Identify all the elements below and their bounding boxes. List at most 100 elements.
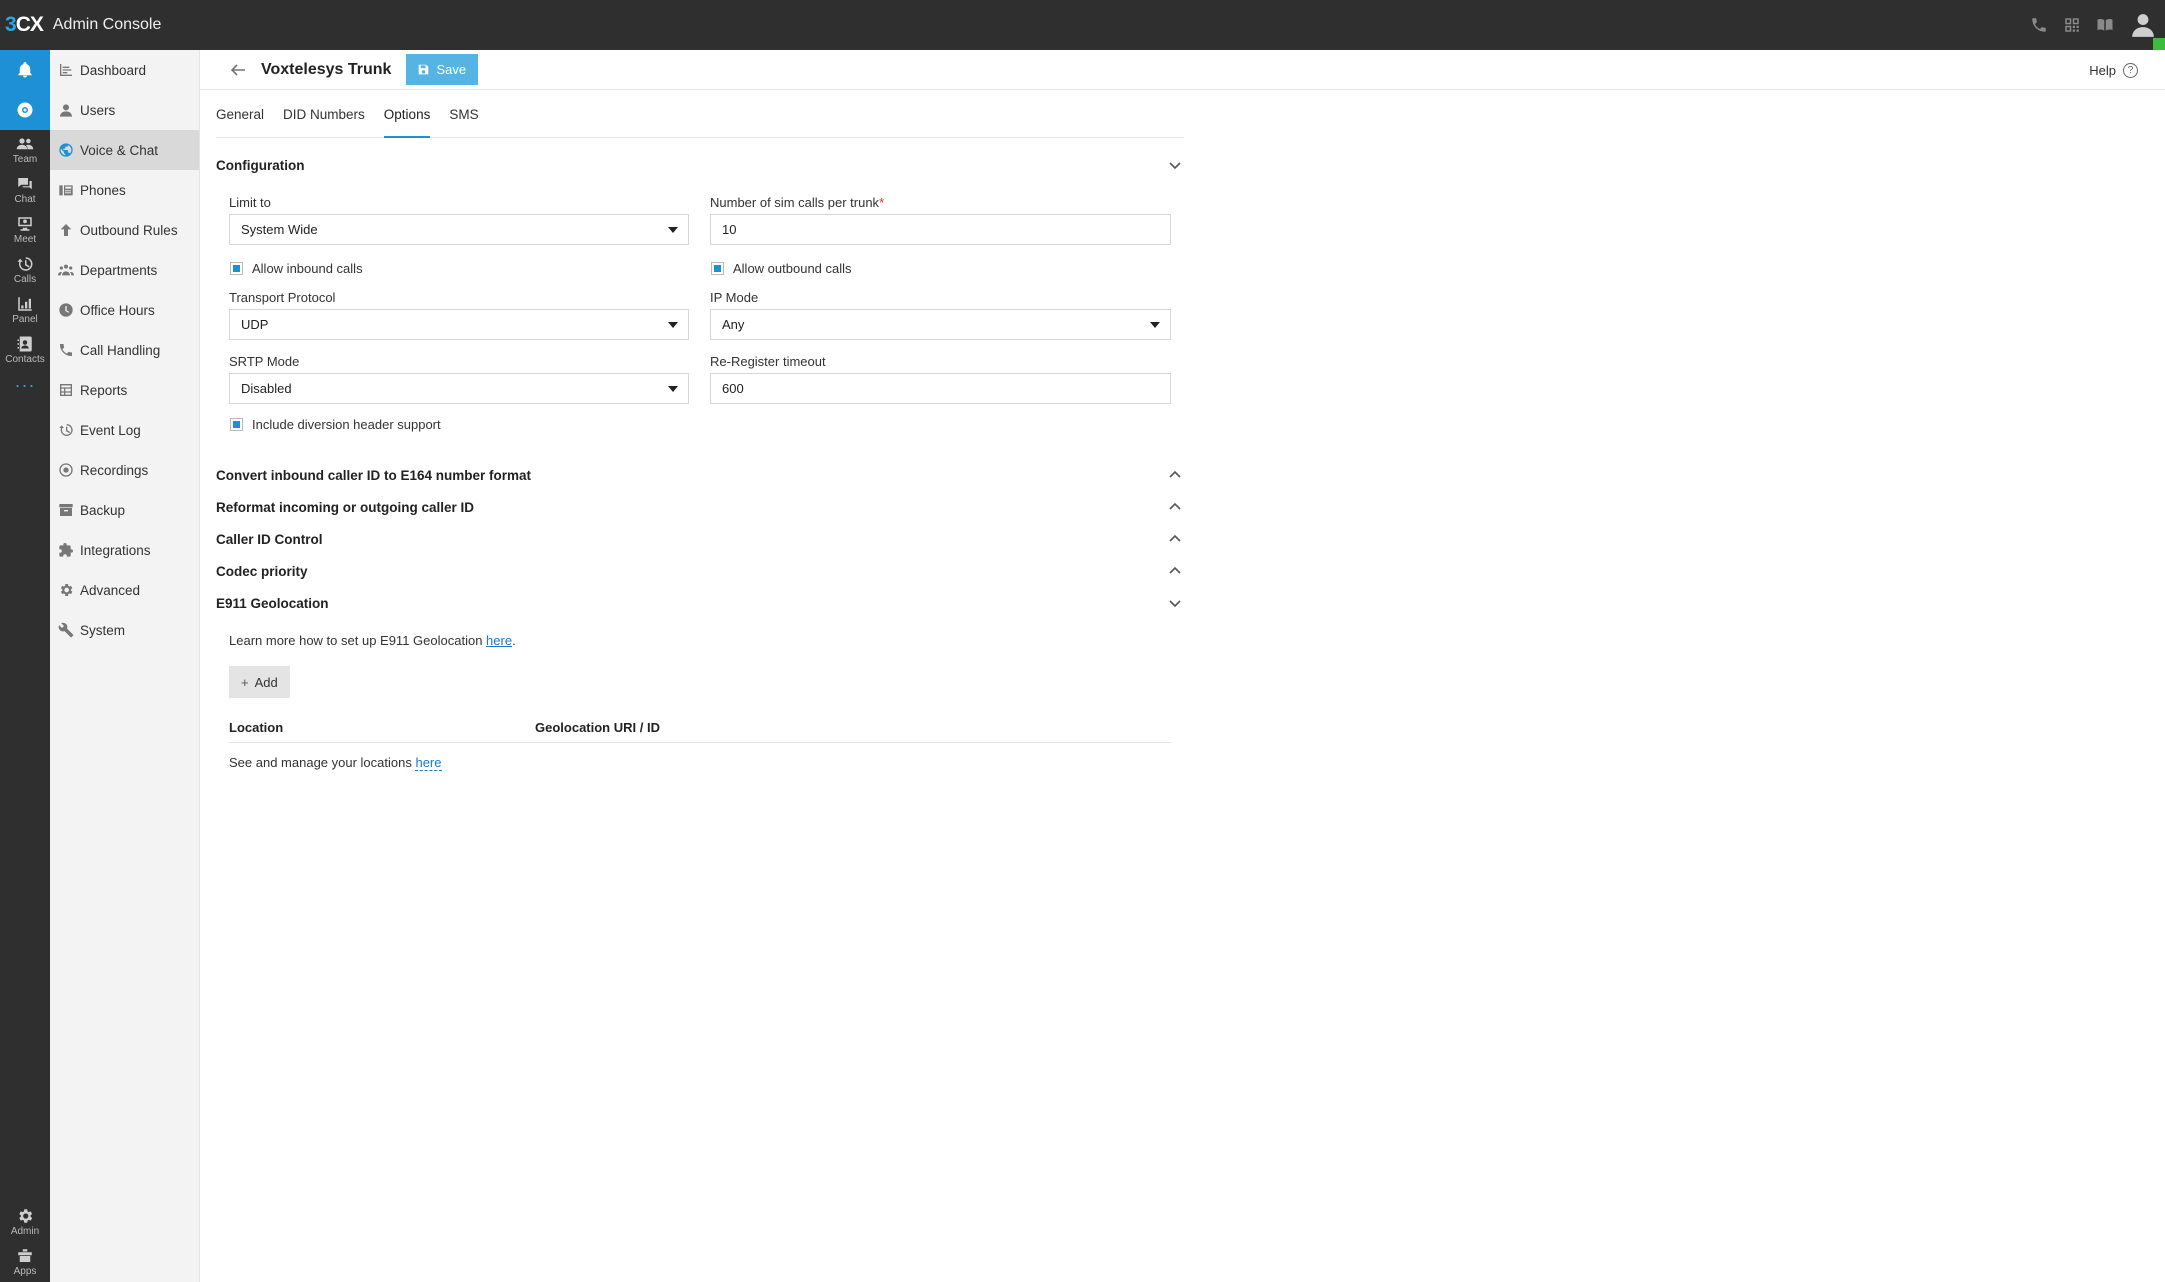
- archive-box-icon: [59, 504, 73, 516]
- phone-icon[interactable]: [2022, 0, 2055, 50]
- presence-indicator: [2153, 38, 2165, 50]
- qr-code-icon[interactable]: [2055, 0, 2088, 50]
- rail-more-button[interactable]: ···: [0, 370, 50, 400]
- reregister-timeout-value: 600: [722, 381, 744, 396]
- add-location-button[interactable]: + Add: [229, 666, 290, 698]
- rail-item-apps[interactable]: Apps: [0, 1242, 50, 1282]
- phone-handset-icon: [60, 344, 72, 356]
- rail-item-browser[interactable]: [0, 90, 50, 130]
- logo-three: 3: [5, 13, 17, 36]
- sidebar-item-dashboard[interactable]: Dashboard: [50, 50, 199, 90]
- section-caller-id-control-header[interactable]: Caller ID Control: [216, 528, 1184, 550]
- allow-inbound-checkbox[interactable]: [230, 262, 243, 275]
- limit-to-label: Limit to: [229, 195, 271, 210]
- required-marker: *: [879, 195, 885, 210]
- dashboard-chart-icon: [60, 64, 72, 76]
- rail-item-panel[interactable]: Panel: [0, 290, 50, 330]
- rail-label-panel: Panel: [12, 314, 38, 325]
- e911-learn-more-link[interactable]: here: [486, 633, 512, 648]
- save-label: Save: [436, 62, 467, 77]
- sidebar-item-departments[interactable]: Departments: [50, 250, 199, 290]
- rail-item-calls[interactable]: Calls: [0, 250, 50, 290]
- back-button[interactable]: [227, 59, 249, 81]
- tab-sms[interactable]: SMS: [449, 103, 478, 138]
- tab-general[interactable]: General: [216, 103, 264, 138]
- sidebar-item-call-handling[interactable]: Call Handling: [50, 330, 199, 370]
- help-link[interactable]: Help ?: [2089, 50, 2138, 90]
- transport-protocol-select[interactable]: UDP: [229, 309, 689, 340]
- sim-calls-label-text: Number of sim calls per trunk: [710, 195, 880, 210]
- column-header-geolocation[interactable]: Geolocation URI / ID: [535, 720, 660, 735]
- sidebar-item-integrations[interactable]: Integrations: [50, 530, 199, 570]
- diversion-header-checkbox[interactable]: [230, 418, 243, 431]
- tab-options[interactable]: Options: [383, 103, 431, 138]
- ip-mode-label: IP Mode: [710, 290, 759, 305]
- allow-outbound-checkbox[interactable]: [711, 262, 724, 275]
- diversion-header-checkbox-row[interactable]: Include diversion header support: [230, 417, 441, 432]
- section-codec-priority-header[interactable]: Codec priority: [216, 560, 1184, 582]
- sidebar-label: Event Log: [80, 422, 141, 438]
- sidebar-item-advanced[interactable]: Advanced: [50, 570, 199, 610]
- sidebar-item-outbound-rules[interactable]: Outbound Rules: [50, 210, 199, 250]
- chevron-up-icon: [1169, 470, 1181, 478]
- sidebar-item-office-hours[interactable]: Office Hours: [50, 290, 199, 330]
- section-configuration-header[interactable]: Configuration: [216, 154, 1184, 176]
- question-circle-icon: ?: [2123, 62, 2138, 78]
- book-icon[interactable]: [2088, 0, 2121, 50]
- save-button[interactable]: Save: [406, 54, 479, 85]
- e911-learn-text: Learn more how to set up E911 Geolocatio…: [229, 633, 487, 648]
- sidebar-item-reports[interactable]: Reports: [50, 370, 199, 410]
- rail-item-contacts[interactable]: Contacts: [0, 330, 50, 370]
- sidebar-item-event-log[interactable]: Event Log: [50, 410, 199, 450]
- apps-icon: [18, 1249, 32, 1262]
- rail-label-team: Team: [12, 154, 38, 165]
- manage-locations-link[interactable]: here: [415, 755, 442, 771]
- allow-inbound-checkbox-row[interactable]: Allow inbound calls: [230, 261, 363, 276]
- sidebar-item-users[interactable]: Users: [50, 90, 199, 130]
- person-icon: [2132, 14, 2154, 37]
- user-avatar[interactable]: [2121, 0, 2165, 50]
- section-title: Reformat incoming or outgoing caller ID: [216, 499, 475, 515]
- rail-label-meet: Meet: [13, 234, 37, 245]
- sidebar-item-recordings[interactable]: Recordings: [50, 450, 199, 490]
- logo-cx: CX: [15, 13, 44, 36]
- column-header-location[interactable]: Location: [229, 720, 535, 735]
- sidebar-item-system[interactable]: System: [50, 610, 199, 650]
- tab-did-numbers[interactable]: DID Numbers: [283, 103, 365, 138]
- reregister-timeout-input[interactable]: 600: [710, 373, 1171, 404]
- rail-item-chat[interactable]: Chat: [0, 170, 50, 210]
- section-title: Codec priority: [216, 563, 308, 579]
- bell-icon: [18, 62, 32, 78]
- rail-item-admin[interactable]: Admin: [0, 1202, 50, 1242]
- allow-inbound-label: Allow inbound calls: [252, 261, 363, 276]
- section-reformat-caller-id-header[interactable]: Reformat incoming or outgoing caller ID: [216, 496, 1184, 518]
- ip-mode-select[interactable]: Any: [710, 309, 1171, 340]
- sidebar-item-phones[interactable]: Phones: [50, 170, 199, 210]
- rail-item-team[interactable]: Team: [0, 130, 50, 170]
- transport-protocol-label: Transport Protocol: [229, 290, 336, 305]
- sidebar-item-backup[interactable]: Backup: [50, 490, 199, 530]
- report-table-icon: [60, 384, 72, 396]
- 3cx-logo[interactable]: 3 CX: [5, 13, 44, 37]
- limit-to-select[interactable]: System Wide: [229, 214, 689, 245]
- srtp-mode-select[interactable]: Disabled: [229, 373, 689, 404]
- sidebar-nav: Dashboard Users Voice & Chat Phones Outb…: [50, 50, 200, 1282]
- team-icon: [16, 138, 34, 150]
- chevron-down-icon: [1169, 162, 1181, 170]
- sidebar-item-voice-chat[interactable]: Voice & Chat: [50, 130, 199, 170]
- allow-outbound-label: Allow outbound calls: [733, 261, 852, 276]
- check-mark: [233, 421, 240, 428]
- sim-calls-input[interactable]: 10: [710, 214, 1171, 245]
- section-e911-header[interactable]: E911 Geolocation: [216, 592, 1184, 614]
- section-e164-header[interactable]: Convert inbound caller ID to E164 number…: [216, 464, 1184, 486]
- srtp-mode-value: Disabled: [241, 381, 292, 396]
- rail-item-meet[interactable]: Meet: [0, 210, 50, 250]
- section-title: Convert inbound caller ID to E164 number…: [216, 467, 532, 483]
- section-title: Caller ID Control: [216, 531, 323, 547]
- sidebar-label: Departments: [80, 262, 158, 278]
- page-header: Voxtelesys Trunk Save Help ?: [200, 50, 2165, 90]
- rail-item-notifications[interactable]: [0, 50, 50, 90]
- e911-learn-more-text: Learn more how to set up E911 Geolocatio…: [229, 633, 516, 648]
- allow-outbound-checkbox-row[interactable]: Allow outbound calls: [711, 261, 852, 276]
- rail-label-chat: Chat: [14, 194, 36, 205]
